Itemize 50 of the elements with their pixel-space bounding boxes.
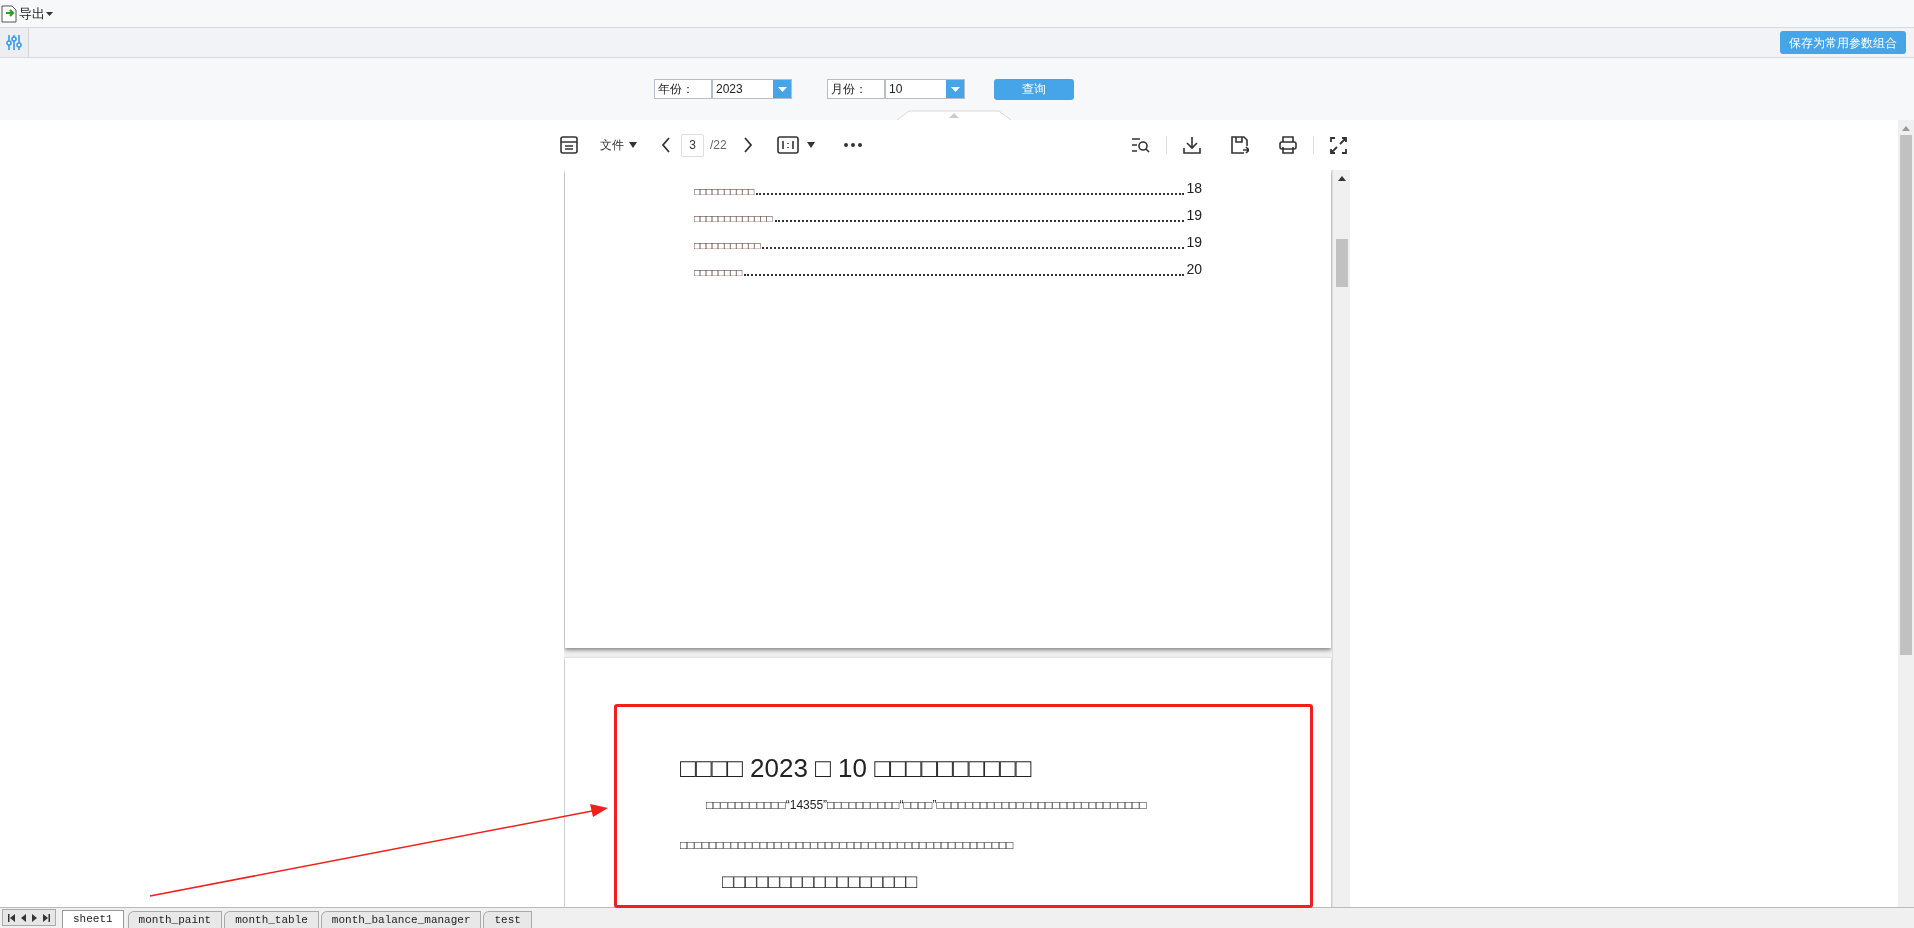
field-label: 年份： bbox=[654, 79, 712, 99]
sheet-tab[interactable]: month_paint bbox=[127, 911, 223, 928]
toc-page-number: 19 bbox=[1186, 233, 1202, 252]
paragraph: □□□□□□□□□□□□□□□□□□□□□□□□□□□□□□□□□□□□□□□□□□□□□□ bbox=[680, 837, 1015, 854]
dropdown-caret-icon bbox=[950, 86, 960, 92]
toc-page-number: 20 bbox=[1186, 260, 1202, 279]
zoom-ratio-icon[interactable] bbox=[776, 136, 799, 154]
scroll-up-icon[interactable] bbox=[1337, 176, 1346, 181]
field-label: 月份： bbox=[827, 79, 885, 99]
sheet-tab[interactable]: test bbox=[483, 911, 532, 928]
next-sheet-icon[interactable] bbox=[32, 913, 37, 922]
document-list-icon[interactable] bbox=[560, 136, 578, 154]
toc-entry-title: □□□□□□□□□□ bbox=[694, 185, 755, 199]
toc-entry-title: □□□□□□□□□□□□□ bbox=[694, 212, 773, 226]
page-number-field[interactable]: 3 bbox=[681, 133, 704, 157]
sheet-tab[interactable]: month_table bbox=[224, 911, 319, 928]
page-total: /22 bbox=[710, 137, 727, 154]
first-sheet-icon[interactable] bbox=[8, 913, 15, 922]
previous-page-icon[interactable] bbox=[661, 137, 671, 153]
document-title: □□□□ 2023 □ 10 □□□□□□□□□□ bbox=[680, 752, 1033, 784]
toc-entry-title: □□□□□□□□ bbox=[694, 266, 743, 280]
page-scrollbar[interactable] bbox=[1898, 120, 1914, 907]
toc-page-number: 19 bbox=[1186, 206, 1202, 225]
search-list-icon[interactable] bbox=[1131, 137, 1150, 153]
paragraph: □□□□□□□□□□□“14355”□□□□□□□□□□“□□□□”□□□□□□□□□□□□□□□□□□□□□□□□□□□□□ bbox=[706, 797, 1148, 814]
toc-entry-title: □□□□□□□□□□□ bbox=[694, 239, 761, 253]
previous-sheet-icon[interactable] bbox=[21, 913, 26, 922]
dropdown-caret-icon bbox=[777, 86, 787, 92]
save-icon[interactable] bbox=[1231, 136, 1249, 154]
caret-icon bbox=[629, 142, 637, 148]
last-sheet-icon[interactable] bbox=[43, 913, 50, 922]
caret-icon bbox=[46, 11, 53, 16]
dropdown-field[interactable]: 10 bbox=[885, 79, 965, 99]
document-scrollbar[interactable] bbox=[1332, 170, 1350, 907]
next-page-icon[interactable] bbox=[742, 137, 753, 153]
caret-icon[interactable] bbox=[806, 142, 815, 148]
file-menu[interactable]: 文件 bbox=[600, 136, 637, 154]
section-heading: □□□□□□□□□□□□□□□□□ bbox=[722, 870, 919, 894]
toc-page-number: 18 bbox=[1186, 179, 1202, 198]
scrollbar-thumb[interactable] bbox=[1900, 135, 1912, 655]
scrollbar-thumb[interactable] bbox=[1335, 239, 1348, 287]
more-icon[interactable] bbox=[843, 143, 862, 147]
sliders-icon[interactable] bbox=[6, 34, 22, 51]
download-icon[interactable] bbox=[1183, 136, 1201, 154]
export-menu[interactable]: 导出 bbox=[1, 3, 53, 24]
print-icon[interactable] bbox=[1279, 136, 1297, 154]
fullscreen-icon[interactable] bbox=[1330, 136, 1347, 154]
sheet-tab[interactable]: month_balance_manager bbox=[320, 911, 482, 928]
sheet-tab[interactable]: sheet1 bbox=[62, 910, 124, 928]
dropdown-field[interactable]: 2023 bbox=[712, 79, 792, 99]
